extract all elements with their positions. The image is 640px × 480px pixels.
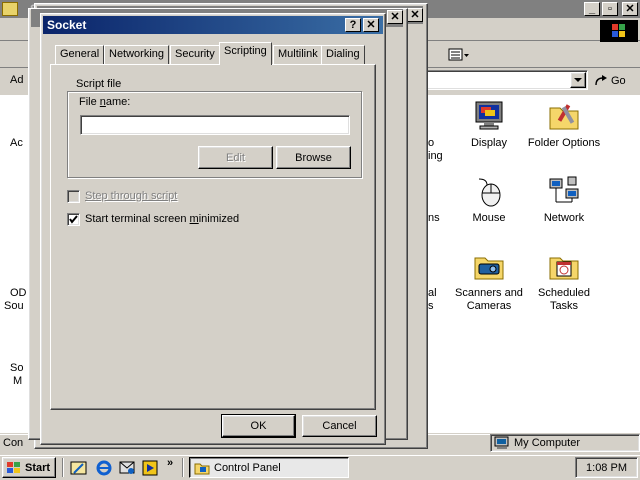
outlook-express-icon[interactable] (118, 459, 136, 477)
status-left-partial: Con (3, 437, 24, 449)
tab-security[interactable]: Security (170, 45, 220, 64)
minimized-checkbox[interactable] (67, 213, 80, 226)
control-panel-icon (194, 463, 210, 474)
mid-label-1: o (428, 137, 435, 149)
clock[interactable]: 1:08 PM (586, 462, 627, 474)
step-through-label[interactable]: Step through script (85, 190, 177, 202)
dialog-close-button[interactable]: ✕ (363, 18, 379, 32)
tab-general[interactable]: General (55, 45, 105, 64)
checkmark-icon (69, 215, 78, 224)
go-button[interactable]: Go (594, 71, 636, 90)
go-label: Go (611, 74, 626, 87)
address-label-partial: Ad (10, 74, 24, 86)
task-control-panel-label: Control Panel (214, 461, 281, 474)
window-app-icon[interactable] (2, 2, 18, 16)
start-label: Start (25, 461, 51, 474)
address-input[interactable] (424, 70, 588, 90)
help-button[interactable]: ? (345, 18, 361, 32)
start-button[interactable]: Start (2, 457, 56, 478)
taskbar-separator (62, 458, 64, 477)
socket-dialog: Socket ? ✕ General Networking Security S… (40, 13, 386, 445)
script-file-group-label: Script file (74, 78, 124, 90)
minimized-label[interactable]: Start terminal screen minimized (85, 213, 239, 225)
views-icon[interactable] (448, 48, 470, 62)
scheduled-tasks-icon[interactable] (548, 250, 580, 282)
cancel-button[interactable]: Cancel (302, 415, 377, 437)
network-label[interactable]: Network (519, 212, 609, 225)
mid-label-2: ing (428, 150, 443, 162)
tab-networking[interactable]: Networking (104, 45, 170, 64)
system-tray: 1:08 PM (575, 457, 638, 478)
taskbar-separator-2 (182, 458, 184, 477)
network-icon[interactable] (548, 175, 580, 207)
internet-explorer-icon[interactable] (95, 459, 113, 477)
quicklaunch-chevron[interactable]: » (167, 457, 173, 469)
tab-dialing[interactable]: Dialing (321, 45, 365, 64)
my-computer-icon (494, 436, 509, 449)
mid-label-4: al (428, 287, 437, 299)
restore-button[interactable]: ▫ (602, 2, 618, 16)
mid-label-5: s (428, 300, 434, 312)
mouse-icon[interactable] (473, 175, 505, 207)
file-name-label: File name: (79, 96, 131, 108)
display-icon[interactable] (473, 100, 505, 132)
folder-options-icon[interactable] (548, 100, 580, 132)
mid-label-3: ns (428, 212, 440, 224)
task-control-panel[interactable]: Control Panel (189, 457, 349, 478)
edit-button[interactable]: Edit (198, 146, 273, 169)
windows-logo-icon (600, 20, 638, 42)
address-dropdown-button[interactable] (570, 72, 586, 88)
ok-button[interactable]: OK (221, 414, 296, 438)
dialog-titlebar[interactable] (43, 16, 383, 34)
show-desktop-icon[interactable] (70, 459, 88, 477)
dialog-title: Socket (47, 18, 87, 32)
status-right-label: My Computer (514, 437, 581, 449)
minimize-button[interactable]: _ (584, 2, 600, 16)
left-label-3: Sou (4, 300, 24, 312)
folder-options-label[interactable]: Folder Options (519, 137, 609, 150)
left-label-4: So (10, 362, 24, 374)
left-label-2: OD (10, 287, 27, 299)
background-dialog-1-close[interactable]: ✕ (387, 10, 403, 24)
windows-flag-icon (7, 461, 20, 473)
step-through-checkbox[interactable] (67, 190, 80, 203)
close-button[interactable]: ✕ (622, 2, 638, 16)
scanner-icon[interactable] (473, 250, 505, 282)
status-right-pane: My Computer (490, 434, 640, 452)
left-label-5: M (13, 375, 23, 387)
left-label-1: Ac (10, 137, 23, 149)
go-arrow-icon (595, 74, 607, 85)
background-dialog-2-close[interactable]: ✕ (407, 8, 423, 22)
browse-button[interactable]: Browse (276, 146, 351, 169)
media-player-icon[interactable] (141, 459, 159, 477)
tab-multilink[interactable]: Multilink (273, 45, 323, 64)
tab-scripting[interactable]: Scripting (219, 42, 272, 65)
file-name-input[interactable] (80, 115, 350, 135)
scheduled-tasks-label[interactable]: Scheduled Tasks (519, 287, 609, 313)
